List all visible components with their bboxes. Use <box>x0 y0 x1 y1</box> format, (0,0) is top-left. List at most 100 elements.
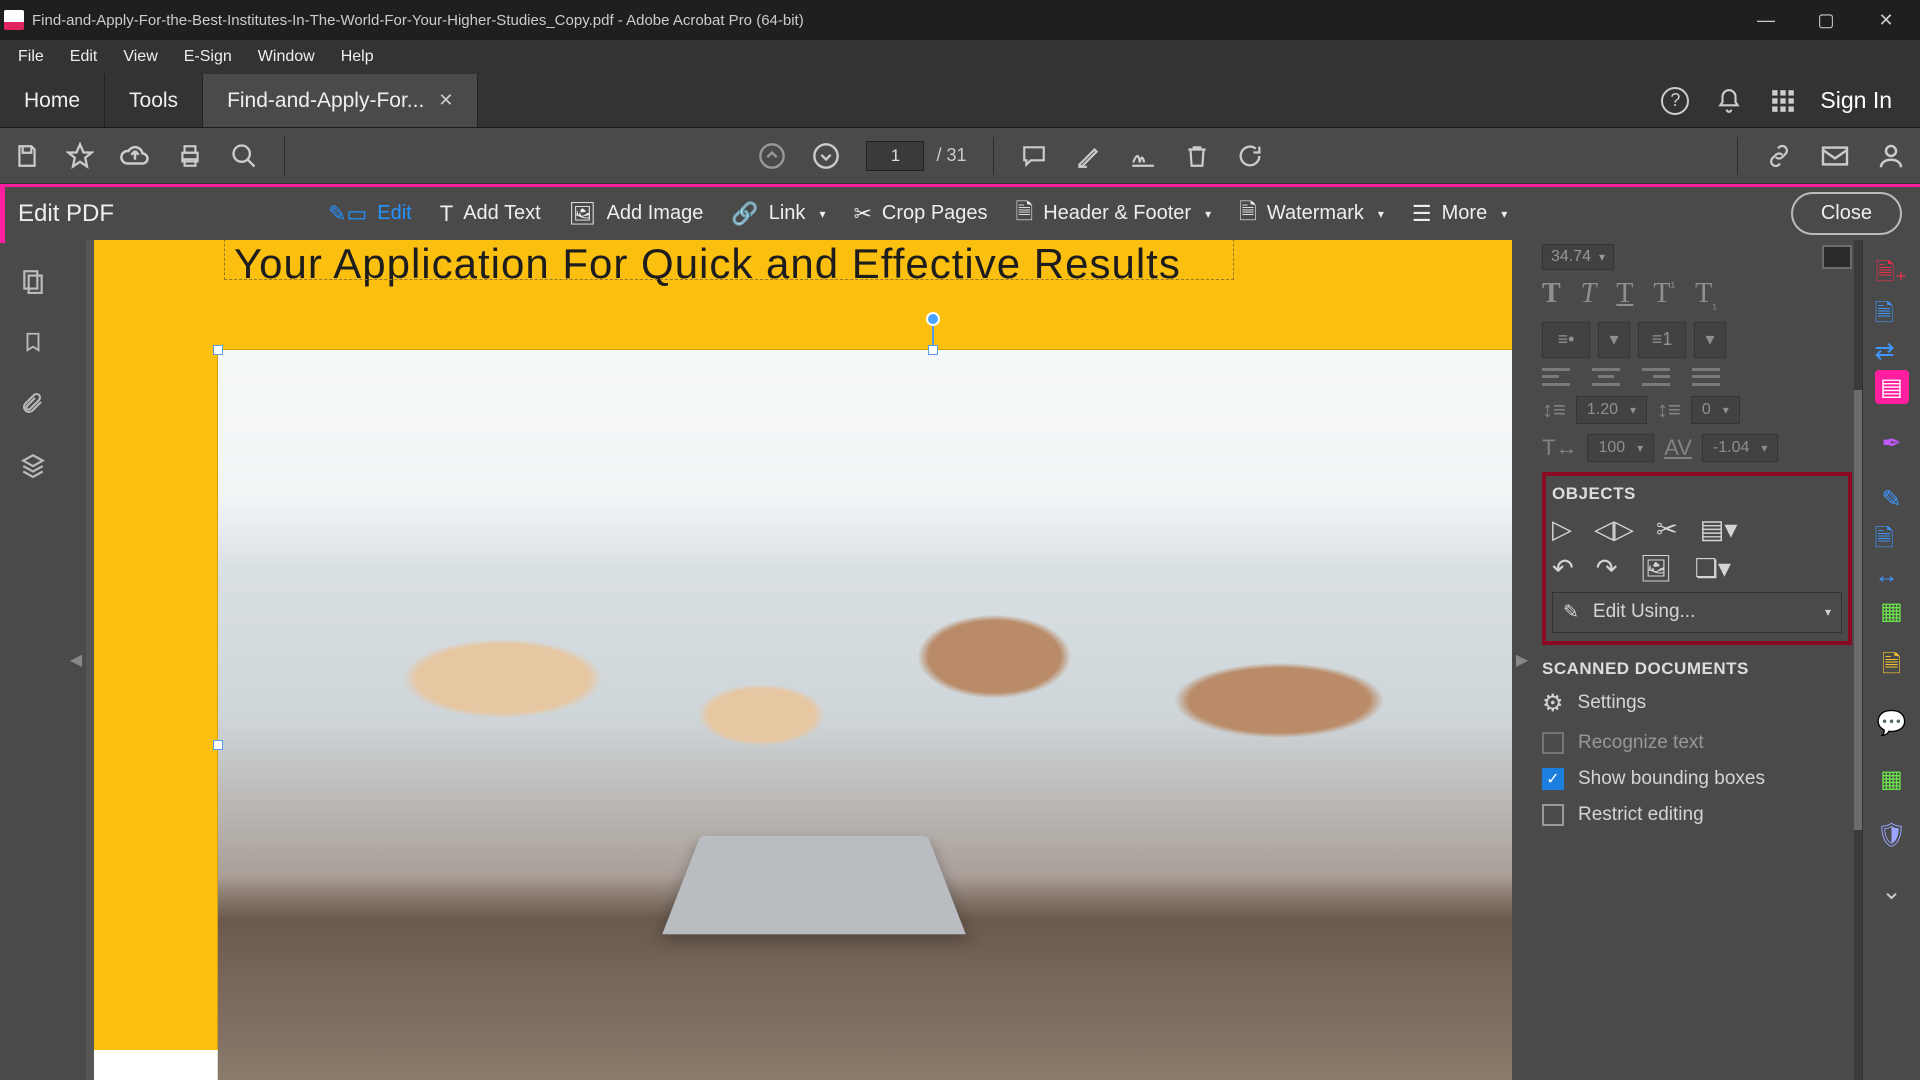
maximize-button[interactable]: ▢ <box>1796 0 1856 40</box>
rotate-icon[interactable] <box>1236 142 1264 170</box>
replace-image-icon[interactable]: 🖼 <box>1640 553 1673 584</box>
align-left-icon[interactable] <box>1542 368 1570 386</box>
account-icon[interactable] <box>1876 141 1906 171</box>
comment-tool-icon[interactable]: 💬 <box>1875 706 1909 740</box>
sign-icon[interactable] <box>1128 143 1158 169</box>
scan-ocr-icon[interactable]: ▦ <box>1875 762 1909 796</box>
thumbnails-icon[interactable] <box>20 268 46 294</box>
rotate-cw-icon[interactable]: ↷ <box>1596 553 1618 584</box>
italic-icon[interactable]: T <box>1581 278 1597 312</box>
share-link-icon[interactable] <box>1764 143 1794 169</box>
panel-scrollbar[interactable] <box>1854 240 1862 1080</box>
request-signatures-icon[interactable]: ✒ <box>1875 426 1909 460</box>
edit-button[interactable]: ✎▭Edit <box>314 193 426 235</box>
add-image-button[interactable]: 🖼Add Image <box>555 193 718 235</box>
menu-window[interactable]: Window <box>246 42 327 72</box>
align-right-icon[interactable] <box>1642 368 1670 386</box>
comment-icon[interactable] <box>1020 143 1048 169</box>
align-objects-icon[interactable]: ▤▾ <box>1700 514 1738 545</box>
restrict-editing-checkbox[interactable] <box>1542 804 1564 826</box>
menu-help[interactable]: Help <box>329 42 386 72</box>
rotate-handle[interactable] <box>926 312 940 326</box>
header-footer-button[interactable]: 🗎Header & Footer▾ <box>1002 187 1226 241</box>
attachments-icon[interactable] <box>21 390 45 418</box>
organize-pages-icon[interactable]: 🗎↔ <box>1875 538 1909 572</box>
combine-files-icon[interactable]: ▦ <box>1875 594 1909 628</box>
crop-object-icon[interactable]: ✂ <box>1656 514 1678 545</box>
page-up-icon[interactable] <box>758 142 786 170</box>
bullet-list-dropdown[interactable]: ▾ <box>1598 322 1630 358</box>
notifications-icon[interactable] <box>1712 84 1746 118</box>
menu-file[interactable]: File <box>6 42 56 72</box>
compress-icon[interactable]: 🗎 <box>1875 650 1909 684</box>
menu-view[interactable]: View <box>111 42 169 72</box>
recognize-text-checkbox[interactable] <box>1542 732 1564 754</box>
create-pdf-icon[interactable]: 🗎₊ <box>1875 258 1909 292</box>
print-icon[interactable] <box>176 143 204 169</box>
fill-sign-icon[interactable]: ✎ <box>1875 482 1909 516</box>
numbered-list-icon[interactable]: ≡1 <box>1638 322 1686 358</box>
menu-esign[interactable]: E-Sign <box>172 42 244 72</box>
collapse-left-button[interactable]: ◀ <box>66 240 86 1080</box>
close-window-button[interactable]: ✕ <box>1856 0 1916 40</box>
resize-handle-nw[interactable] <box>213 345 223 355</box>
menu-edit[interactable]: Edit <box>58 42 110 72</box>
tab-home[interactable]: Home <box>0 74 105 127</box>
close-editpdf-button[interactable]: Close <box>1791 192 1902 235</box>
apps-grid-icon[interactable] <box>1766 84 1800 118</box>
star-icon[interactable] <box>66 142 94 170</box>
tab-document[interactable]: Find-and-Apply-For... ✕ <box>203 74 478 127</box>
flip-horizontal-icon[interactable]: ▷ <box>1552 514 1572 545</box>
font-size-field[interactable]: 34.74▾ <box>1542 244 1614 270</box>
search-icon[interactable] <box>230 142 258 170</box>
crop-pages-button[interactable]: ✂Crop Pages <box>839 193 1001 235</box>
tracking-field[interactable]: -1.04▾ <box>1702 434 1779 462</box>
protect-icon[interactable]: 🛡 <box>1875 818 1909 852</box>
tab-close-icon[interactable]: ✕ <box>438 90 453 111</box>
page-down-icon[interactable] <box>812 142 840 170</box>
space-before-field[interactable]: 0▾ <box>1691 396 1740 424</box>
bold-icon[interactable]: T <box>1542 278 1561 312</box>
more-tools-chevron-icon[interactable]: ⌄ <box>1875 874 1909 908</box>
subscript-icon[interactable]: T₁ <box>1695 278 1717 312</box>
more-button[interactable]: ☰More▾ <box>1398 193 1521 235</box>
align-center-icon[interactable] <box>1592 368 1620 386</box>
resize-handle-n[interactable] <box>928 345 938 355</box>
align-justify-icon[interactable] <box>1692 368 1720 386</box>
edit-pdf-tool-icon[interactable]: ▤ <box>1875 370 1909 404</box>
document-canvas[interactable]: Your Application For Quick and Effective… <box>86 240 1512 1080</box>
superscript-icon[interactable]: T¹ <box>1653 278 1675 312</box>
watermark-button[interactable]: 🗎Watermark▾ <box>1225 187 1398 241</box>
hscale-field[interactable]: 100▾ <box>1587 434 1654 462</box>
add-text-button[interactable]: TAdd Text <box>426 193 555 235</box>
bookmarks-icon[interactable] <box>22 328 44 356</box>
export-pdf-icon[interactable]: 🗎⇄ <box>1875 314 1909 348</box>
underline-icon[interactable]: T <box>1616 278 1633 312</box>
email-icon[interactable] <box>1820 144 1850 168</box>
numbered-list-dropdown[interactable]: ▾ <box>1694 322 1726 358</box>
help-icon[interactable]: ? <box>1658 84 1692 118</box>
link-button[interactable]: 🔗Link▾ <box>717 193 839 235</box>
collapse-right-button[interactable]: ▶ <box>1512 240 1532 1080</box>
page-number-input[interactable] <box>866 141 924 171</box>
edit-using-dropdown[interactable]: ✎ Edit Using... ▾ <box>1552 592 1842 633</box>
arrange-icon[interactable]: ❏▾ <box>1695 553 1731 584</box>
sign-in-link[interactable]: Sign In <box>1820 87 1892 114</box>
color-swatch[interactable] <box>1822 245 1852 269</box>
minimize-button[interactable]: — <box>1736 0 1796 40</box>
resize-handle-w[interactable] <box>213 740 223 750</box>
cloud-upload-icon[interactable] <box>120 143 150 169</box>
rotate-ccw-icon[interactable]: ↶ <box>1552 553 1574 584</box>
save-icon[interactable] <box>14 143 40 169</box>
bullet-list-icon[interactable]: ≡• <box>1542 322 1590 358</box>
highlight-icon[interactable] <box>1074 143 1102 169</box>
flip-vertical-icon[interactable]: ◁▷ <box>1594 514 1634 545</box>
scrollbar-thumb[interactable] <box>1854 390 1862 830</box>
delete-icon[interactable] <box>1184 142 1210 170</box>
scanned-settings-button[interactable]: ⚙ Settings <box>1542 689 1852 718</box>
layers-icon[interactable] <box>19 452 47 478</box>
tab-tools[interactable]: Tools <box>105 74 203 127</box>
show-bounding-boxes-checkbox[interactable]: ✓ <box>1542 768 1564 790</box>
line-spacing-field[interactable]: 1.20▾ <box>1576 396 1647 424</box>
selected-image-object[interactable] <box>218 350 1512 1080</box>
